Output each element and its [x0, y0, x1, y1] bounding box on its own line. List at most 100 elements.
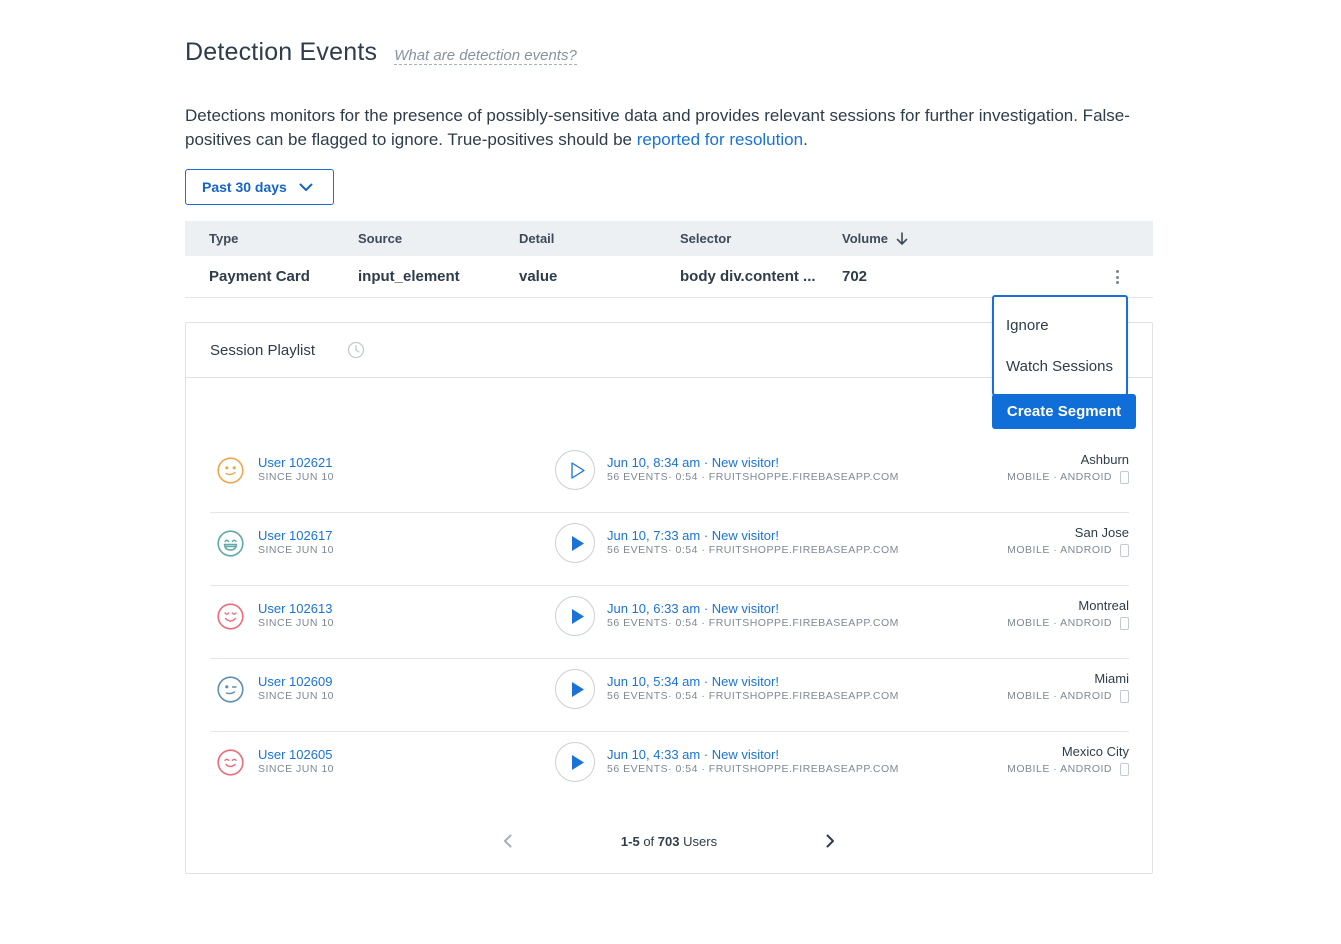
session-title-link[interactable]: Jun 10, 4:33 am · New visitor! [607, 747, 899, 762]
menu-item-watch-sessions[interactable]: Watch Sessions [1006, 358, 1113, 375]
session-row[interactable]: User 102609 SINCE JUN 10 Jun 10, 5:34 am ·… [210, 659, 1129, 732]
location-city: Mexico City [1061, 744, 1129, 759]
user-link[interactable]: User 102617 [258, 528, 334, 543]
location-city: Ashburn [1080, 452, 1129, 467]
create-segment-button[interactable]: Create Segment [992, 394, 1136, 429]
play-icon [571, 754, 584, 770]
session-title-link[interactable]: Jun 10, 8:34 am · New visitor! [607, 455, 899, 470]
session-location: Montreal MOBILE · ANDROID [1007, 598, 1129, 630]
session-meta: 56 EVENTS· 0:54 · FRUITSHOPPE.FIREBASEAP… [607, 763, 899, 775]
device-label: MOBILE · ANDROID [1007, 690, 1112, 702]
session-title-link[interactable]: Jun 10, 6:33 am · New visitor! [607, 601, 899, 616]
play-session-button[interactable] [555, 596, 595, 636]
previous-page-button[interactable] [499, 833, 515, 849]
pagination-of: of [643, 833, 655, 849]
session-meta: 56 EVENTS· 0:54 · FRUITSHOPPE.FIREBASEAP… [607, 471, 899, 483]
user-link[interactable]: User 102621 [258, 455, 334, 470]
session-row[interactable]: User 102617 SINCE JUN 10 Jun 10, 7:33 am ·… [210, 513, 1129, 586]
description-end: . [803, 130, 808, 149]
user-link[interactable]: User 102605 [258, 747, 334, 762]
smirk-face-icon [217, 457, 244, 484]
device-info: MOBILE · ANDROID [1007, 616, 1129, 630]
session-user: User 102613 SINCE JUN 10 [258, 601, 334, 630]
cell-volume: 702 [842, 268, 868, 285]
column-header-detail[interactable]: Detail [519, 231, 554, 246]
pagination-status: 1-5 of 703 Users [621, 834, 717, 849]
help-link[interactable]: What are detection events? [394, 47, 577, 65]
session-row[interactable]: User 102613 SINCE JUN 10 Jun 10, 6:33 am ·… [210, 586, 1129, 659]
table-row[interactable]: Payment Card input_element value body di… [185, 256, 1153, 298]
content-face-icon [217, 603, 244, 630]
session-meta: 56 EVENTS· 0:54 · FRUITSHOPPE.FIREBASEAP… [607, 690, 899, 702]
playlist-title: Session Playlist [210, 341, 316, 359]
device-info: MOBILE · ANDROID [1007, 762, 1129, 776]
pagination-range: 1-5 [620, 833, 640, 849]
report-resolution-link[interactable]: reported for resolution [637, 130, 803, 149]
column-header-volume-label: Volume [842, 231, 888, 246]
chevron-down-icon [299, 183, 313, 191]
user-link[interactable]: User 102613 [258, 601, 334, 616]
device-info: MOBILE · ANDROID [1007, 689, 1129, 703]
page-header: Detection Events What are detection even… [185, 38, 577, 67]
user-since: SINCE JUN 10 [258, 544, 335, 556]
menu-item-ignore[interactable]: Ignore [1006, 317, 1049, 334]
play-session-button[interactable] [555, 742, 595, 782]
play-icon [571, 535, 584, 551]
play-session-button[interactable] [555, 669, 595, 709]
session-location: Ashburn MOBILE · ANDROID [1007, 452, 1129, 484]
more-options-icon[interactable] [1109, 268, 1125, 286]
play-icon [570, 461, 585, 479]
user-since: SINCE JUN 10 [258, 763, 335, 775]
session-location: San Jose MOBILE · ANDROID [1007, 525, 1129, 557]
session-meta: 56 EVENTS· 0:54 · FRUITSHOPPE.FIREBASEAP… [607, 544, 899, 556]
device-label: MOBILE · ANDROID [1007, 617, 1112, 629]
mobile-phone-icon [1120, 689, 1129, 703]
play-icon [571, 608, 584, 624]
grin-face-icon [217, 530, 244, 557]
column-header-type[interactable]: Type [209, 231, 238, 246]
device-info: MOBILE · ANDROID [1007, 470, 1129, 484]
device-label: MOBILE · ANDROID [1007, 544, 1112, 556]
session-info: Jun 10, 6:33 am · New visitor! 56 EVENTS·… [607, 601, 899, 630]
column-header-volume[interactable]: Volume [842, 231, 908, 246]
session-info: Jun 10, 5:34 am · New visitor! 56 EVENTS·… [607, 674, 899, 703]
column-header-source[interactable]: Source [358, 231, 402, 246]
mobile-phone-icon [1120, 470, 1129, 484]
mobile-phone-icon [1120, 616, 1129, 630]
session-title-link[interactable]: Jun 10, 7:33 am · New visitor! [607, 528, 899, 543]
session-meta: 56 EVENTS· 0:54 · FRUITSHOPPE.FIREBASEAP… [607, 617, 899, 629]
next-page-button[interactable] [823, 833, 839, 849]
device-info: MOBILE · ANDROID [1007, 543, 1129, 557]
wink-face-icon [217, 676, 244, 703]
session-location: Mexico City MOBILE · ANDROID [1007, 744, 1129, 776]
row-actions-menu: Ignore Watch Sessions [992, 295, 1128, 396]
play-session-button[interactable] [555, 523, 595, 563]
cell-source: input_element [358, 268, 460, 285]
location-city: Montreal [1078, 598, 1129, 613]
detections-table: Type Source Detail Selector Volume Payme… [185, 221, 1153, 298]
session-row[interactable]: User 102621 SINCE JUN 10 Jun 10, 8:34 am ·… [210, 440, 1129, 513]
date-range-label: Past 30 days [202, 179, 287, 195]
chevron-right-icon [826, 834, 835, 848]
column-header-selector[interactable]: Selector [680, 231, 731, 246]
location-city: San Jose [1074, 525, 1129, 540]
play-session-button[interactable] [555, 450, 595, 490]
play-icon [571, 681, 584, 697]
session-row[interactable]: User 102605 SINCE JUN 10 Jun 10, 4:33 am ·… [210, 732, 1129, 805]
pagination-total: 703 [657, 833, 680, 849]
mobile-phone-icon [1120, 762, 1129, 776]
date-range-dropdown[interactable]: Past 30 days [185, 169, 334, 205]
clock-icon[interactable] [347, 341, 365, 359]
session-title-link[interactable]: Jun 10, 5:34 am · New visitor! [607, 674, 899, 689]
session-location: Miami MOBILE · ANDROID [1007, 671, 1129, 703]
session-user: User 102621 SINCE JUN 10 [258, 455, 334, 484]
cell-type: Payment Card [209, 268, 310, 285]
user-link[interactable]: User 102609 [258, 674, 334, 689]
session-user: User 102605 SINCE JUN 10 [258, 747, 334, 776]
device-label: MOBILE · ANDROID [1007, 763, 1112, 775]
sort-descending-icon [896, 231, 908, 245]
page-description: Detections monitors for the presence of … [185, 104, 1153, 152]
session-list: User 102621 SINCE JUN 10 Jun 10, 8:34 am ·… [210, 440, 1129, 805]
pagination-unit: Users [683, 833, 718, 849]
session-user: User 102609 SINCE JUN 10 [258, 674, 334, 703]
